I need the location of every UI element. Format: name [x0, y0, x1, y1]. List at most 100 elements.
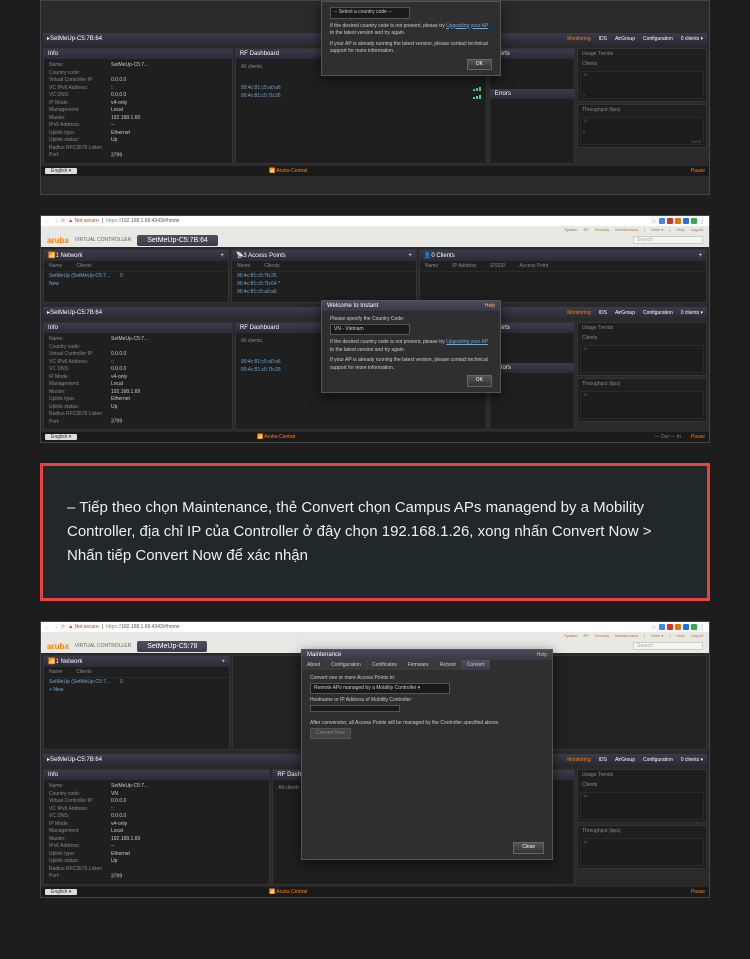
ext-icon[interactable] [667, 624, 673, 630]
tab-config[interactable]: Configuration [643, 36, 673, 42]
menu-icon[interactable]: ⋮ [699, 218, 705, 224]
nav-rf[interactable]: RF [584, 633, 589, 638]
rf-ap-row[interactable]: 90:4c:81:c5:7b:26 [241, 367, 281, 373]
address-bar[interactable]: 192.168.1.69:4343/#home [121, 624, 179, 630]
tab-airgroup[interactable]: AirGroup [615, 757, 635, 763]
tab-airgroup[interactable]: AirGroup [615, 310, 635, 316]
rf-ap-row[interactable]: 90:4c:81:c5:7b:26 [241, 93, 281, 99]
tab-reboot[interactable]: Reboot [435, 660, 462, 670]
tab-ids[interactable]: IDS [599, 310, 607, 316]
tab-config[interactable]: Configuration [643, 757, 673, 763]
ssid-tab[interactable]: SetMeUp-C5:78 [137, 641, 207, 652]
tab-certs[interactable]: Certificates [367, 660, 403, 670]
back-icon[interactable]: ← [45, 624, 50, 630]
tab-airgroup[interactable]: AirGroup [615, 36, 635, 42]
new-link[interactable]: New [49, 281, 59, 287]
forward-icon[interactable]: → [53, 218, 58, 224]
language-select[interactable]: English ▾ [45, 434, 77, 440]
not-secure-label: Not secure [75, 218, 99, 224]
ap-row[interactable]: 90:4c:81:c5:7b:64 * [232, 280, 416, 288]
nav-security[interactable]: Security [595, 227, 609, 232]
back-icon[interactable]: ← [45, 218, 50, 224]
nav-maintenance[interactable]: Maintenance [615, 633, 638, 638]
controller-ip-input[interactable] [310, 705, 400, 712]
nav-maintenance[interactable]: Maintenance [615, 227, 638, 232]
nav-system[interactable]: System [564, 633, 577, 638]
search-input[interactable]: Search [633, 642, 703, 650]
tab-monitoring[interactable]: Monitoring [567, 757, 590, 763]
rf-ap-row[interactable]: 90:4c:81:c5:a0:a6 [241, 359, 281, 365]
country-select[interactable]: VN - Vietnam [330, 324, 410, 336]
convert-type-select[interactable]: Remote APs managed by a Mobility Control… [310, 683, 450, 695]
nav-logout[interactable]: Logout [691, 633, 703, 638]
pause-button[interactable]: Pause [691, 434, 705, 440]
help-link[interactable]: Help [537, 652, 547, 658]
aruba-central-link[interactable]: 📶 Aruba Central [257, 434, 295, 440]
nav-help[interactable]: Help [677, 633, 685, 638]
nav-more[interactable]: More ▾ [651, 227, 663, 232]
forward-icon[interactable]: → [53, 624, 58, 630]
language-select[interactable]: English ▾ [45, 168, 77, 174]
ext-icon[interactable] [675, 624, 681, 630]
convert-now-button[interactable]: Convert Now [310, 728, 351, 740]
tab-clients[interactable]: 0 clients ▾ [681, 757, 703, 763]
clients-chart: 10 [580, 345, 704, 373]
modal-line2: If your AP is already running the latest… [330, 357, 492, 372]
browser-bar: ← → ⟳ ▲ Not secure | https://192.168.1.6… [41, 216, 709, 226]
aruba-central-link[interactable]: 📶 Aruba Central [269, 168, 307, 174]
tab-clients[interactable]: 0 clients ▾ [681, 310, 703, 316]
convert-note: After conversion, all Access Points will… [310, 720, 544, 728]
nav-more[interactable]: More ▾ [651, 633, 663, 638]
tab-firmware[interactable]: Firmware [403, 660, 435, 670]
tab-monitoring[interactable]: Monitoring [567, 310, 590, 316]
ext-icon[interactable] [683, 624, 689, 630]
network-item[interactable]: SetMeUp (SetMeUp-C5:7...0 [44, 272, 228, 280]
country-select[interactable]: -- Select a country code -- [330, 7, 410, 19]
reload-icon[interactable]: ⟳ [61, 218, 65, 224]
ap-row[interactable]: 90:4c:81:c5:7b:26 [232, 272, 416, 280]
tab-about[interactable]: About [302, 660, 326, 670]
upgrade-link[interactable]: Upgrading your AP [446, 23, 488, 29]
tab-monitoring[interactable]: Monitoring [567, 36, 590, 42]
ext-icon[interactable] [659, 218, 665, 224]
tab-convert[interactable]: Convert [462, 660, 491, 670]
pause-button[interactable]: Pause [691, 168, 705, 174]
language-select[interactable]: English ▾ [45, 889, 77, 895]
nav-help[interactable]: Help [677, 227, 685, 232]
search-input[interactable]: Search [633, 236, 703, 244]
ap-row[interactable]: 90:4c:81:c5:a0:a6 [232, 288, 416, 296]
reload-icon[interactable]: ⟳ [61, 624, 65, 630]
tab-clients[interactable]: 0 clients ▾ [681, 36, 703, 42]
modal-title: Maintenance [307, 652, 341, 658]
nav-security[interactable]: Security [595, 633, 609, 638]
tab-config[interactable]: Configuration [326, 660, 367, 670]
nav-rf[interactable]: RF [584, 227, 589, 232]
ext-icon[interactable] [667, 218, 673, 224]
tab-config[interactable]: Configuration [643, 310, 673, 316]
ssid-tab[interactable]: SetMeUp-C5:7B:64 [137, 235, 218, 246]
nav-logout[interactable]: Logout [691, 227, 703, 232]
ok-button[interactable]: OK [467, 375, 492, 387]
ext-icon[interactable] [675, 218, 681, 224]
nav-system[interactable]: System [564, 227, 577, 232]
ext-icon[interactable] [659, 624, 665, 630]
rf-ap-row[interactable]: 90:4c:81:c5:a0:a6 [241, 85, 281, 91]
help-link[interactable]: Help [485, 303, 495, 309]
menu-icon[interactable]: ⋮ [699, 624, 705, 630]
tab-ids[interactable]: IDS [599, 757, 607, 763]
new-link[interactable]: + New [49, 687, 63, 693]
star-icon[interactable]: ☆ [651, 624, 657, 630]
close-button[interactable]: Close [513, 842, 544, 854]
ext-icon[interactable] [691, 218, 697, 224]
ext-icon[interactable] [683, 218, 689, 224]
clients-chart: 100 [580, 71, 704, 99]
ext-icon[interactable] [691, 624, 697, 630]
pause-button[interactable]: Pause [691, 889, 705, 895]
upgrade-link[interactable]: Upgrading your AP [446, 339, 488, 345]
ok-button[interactable]: OK [467, 59, 492, 71]
aruba-central-link[interactable]: 📶 Aruba Central [269, 889, 307, 895]
network-item[interactable]: SetMeUp (SetMeUp-C5:7...0 [44, 678, 229, 686]
star-icon[interactable]: ☆ [651, 218, 657, 224]
tab-ids[interactable]: IDS [599, 36, 607, 42]
address-bar[interactable]: 192.168.1.69:4343/#home [121, 218, 179, 224]
